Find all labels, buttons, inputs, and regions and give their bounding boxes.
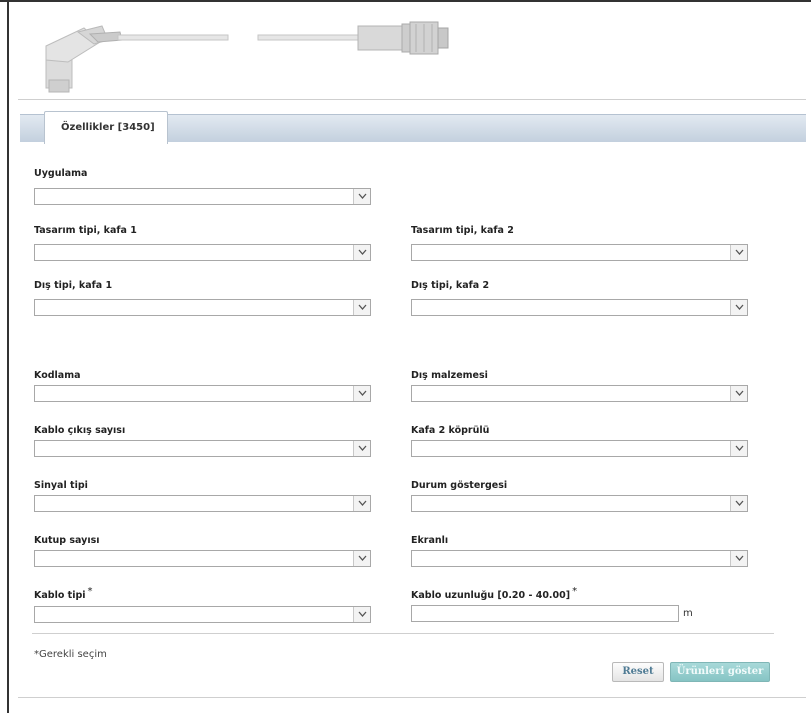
kodlama-label: Kodlama (34, 370, 81, 381)
chevron-down-icon (358, 555, 367, 561)
chevron-down-icon (735, 249, 744, 255)
chevron-down-icon (358, 249, 367, 255)
tasarim-kafa2-dropdown-button[interactable] (730, 245, 747, 260)
dis-malzemesi-label: Dış malzemesi (411, 370, 488, 381)
chevron-down-icon (358, 611, 367, 617)
tasarim-kafa1-label: Tasarım tipi, kafa 1 (34, 225, 137, 236)
top-divider (18, 99, 806, 100)
chevron-down-icon (358, 304, 367, 310)
sinyal-tipi-label: Sinyal tipi (34, 480, 88, 491)
ekranli-label: Ekranlı (411, 535, 449, 546)
kablo-cikis-select[interactable] (34, 440, 371, 457)
dis-kafa2-select[interactable] (411, 299, 748, 316)
frame-left-border (7, 0, 9, 713)
kablo-cikis-label: Kablo çıkış sayısı (34, 425, 126, 436)
tasarim-kafa1-dropdown-button[interactable] (353, 245, 370, 260)
kablo-uzunlugu-label: Kablo uzunluğu [0.20 - 40.00] * (411, 586, 577, 601)
kablo-uzunlugu-input[interactable] (411, 605, 679, 622)
ekranli-dropdown-button[interactable] (730, 551, 747, 566)
form-divider (32, 633, 774, 634)
bottom-divider (18, 697, 806, 698)
uygulama-select[interactable] (34, 188, 371, 205)
dis-malzemesi-select[interactable] (411, 385, 748, 402)
dis-kafa1-select[interactable] (34, 299, 371, 316)
kutup-sayisi-label: Kutup sayısı (34, 535, 100, 546)
tasarim-kafa2-label: Tasarım tipi, kafa 2 (411, 225, 514, 236)
kablo-tipi-label: Kablo tipi * (34, 586, 93, 601)
tab-bar: Özellikler [3450] (20, 111, 806, 144)
durum-gostergesi-select[interactable] (411, 495, 748, 512)
chevron-down-icon (735, 500, 744, 506)
chevron-down-icon (358, 390, 367, 396)
dis-kafa2-label: Dış tipi, kafa 2 (411, 280, 490, 291)
durum-gostergesi-label: Durum göstergesi (411, 480, 508, 491)
kafa2-kopru-dropdown-button[interactable] (730, 441, 747, 456)
required-marker: * (572, 586, 578, 597)
chevron-down-icon (358, 193, 367, 199)
kablo-tipi-label-text: Kablo tipi (34, 590, 86, 601)
required-marker: * (87, 586, 93, 597)
dis-kafa2-dropdown-button[interactable] (730, 300, 747, 315)
kablo-cikis-dropdown-button[interactable] (353, 441, 370, 456)
kablo-tipi-select[interactable] (34, 606, 371, 623)
chevron-down-icon (735, 304, 744, 310)
required-note: *Gerekli seçim (34, 649, 107, 660)
length-unit: m (683, 608, 693, 619)
kodlama-dropdown-button[interactable] (353, 386, 370, 401)
chevron-down-icon (735, 445, 744, 451)
durum-gostergesi-dropdown-button[interactable] (730, 496, 747, 511)
tasarim-kafa2-select[interactable] (411, 244, 748, 261)
tab-label: Özellikler [3450] (61, 122, 155, 133)
tasarim-kafa1-select[interactable] (34, 244, 371, 261)
kafa2-kopru-select[interactable] (411, 440, 748, 457)
kutup-sayisi-dropdown-button[interactable] (353, 551, 370, 566)
kablo-uzunlugu-label-text: Kablo uzunluğu [0.20 - 40.00] (411, 590, 571, 601)
sinyal-tipi-dropdown-button[interactable] (353, 496, 370, 511)
chevron-down-icon (735, 390, 744, 396)
kablo-tipi-dropdown-button[interactable] (353, 607, 370, 622)
chevron-down-icon (735, 555, 744, 561)
sinyal-tipi-select[interactable] (34, 495, 371, 512)
dis-malzemesi-dropdown-button[interactable] (730, 386, 747, 401)
kutup-sayisi-select[interactable] (34, 550, 371, 567)
dis-kafa1-label: Dış tipi, kafa 1 (34, 280, 113, 291)
uygulama-label: Uygulama (34, 168, 88, 179)
kodlama-select[interactable] (34, 385, 371, 402)
chevron-down-icon (358, 500, 367, 506)
dis-kafa1-dropdown-button[interactable] (353, 300, 370, 315)
chevron-down-icon (358, 445, 367, 451)
frame-top-border (0, 0, 811, 2)
ekranli-select[interactable] (411, 550, 748, 567)
kafa2-kopru-label: Kafa 2 köprülü (411, 425, 490, 436)
reset-button[interactable]: Reset (612, 662, 664, 682)
show-products-button[interactable]: Ürünleri göster (670, 662, 770, 682)
tab-ozellikler[interactable]: Özellikler [3450] (44, 111, 168, 144)
cable-product-image (45, 21, 449, 93)
uygulama-dropdown-button[interactable] (353, 189, 370, 204)
